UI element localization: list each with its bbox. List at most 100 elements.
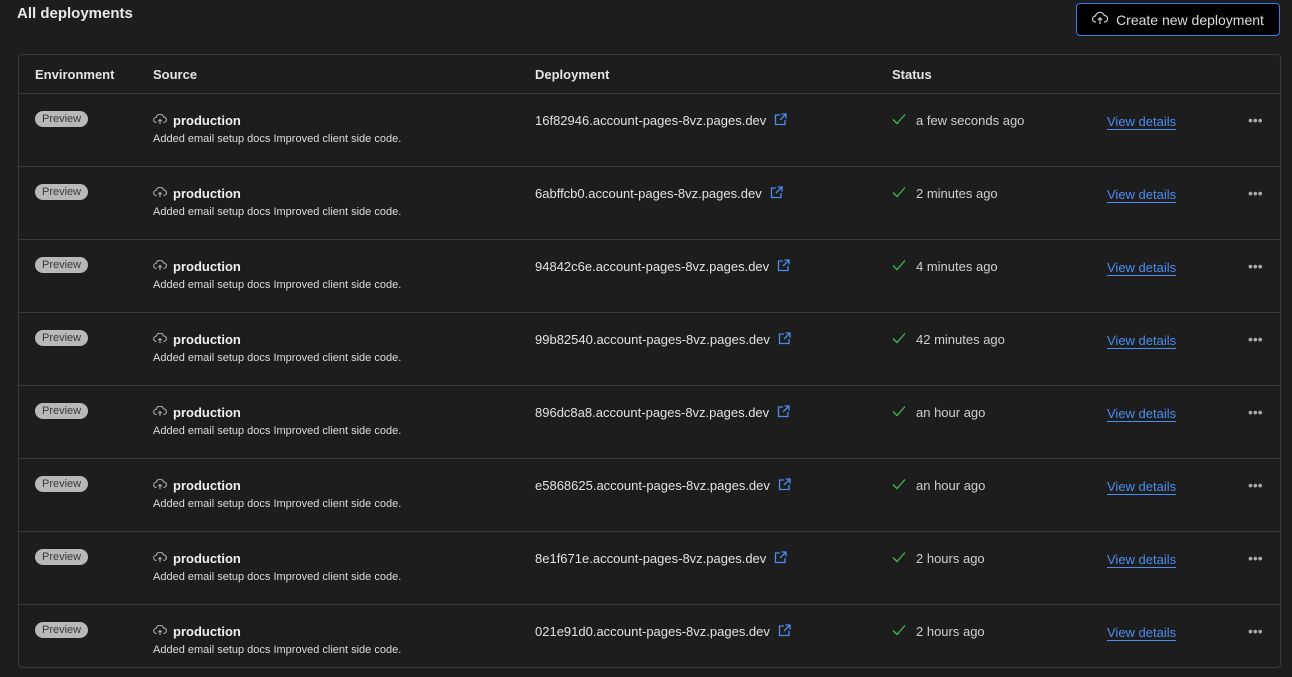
table-row: Preview production Added email setup doc…	[19, 532, 1280, 605]
deployment-url[interactable]: 94842c6e.account-pages-8vz.pages.dev	[535, 259, 769, 274]
create-deployment-button[interactable]: Create new deployment	[1076, 3, 1280, 36]
cloud-upload-icon	[153, 405, 167, 420]
table-row: Preview production Added email setup doc…	[19, 94, 1280, 167]
table-row: Preview production Added email setup doc…	[19, 605, 1280, 677]
branch-name: production	[173, 332, 241, 347]
cloud-upload-icon	[153, 259, 167, 274]
check-icon	[892, 259, 906, 274]
deployment-url[interactable]: 021e91d0.account-pages-8vz.pages.dev	[535, 624, 770, 639]
create-deployment-label: Create new deployment	[1116, 11, 1264, 28]
branch-name: production	[173, 624, 241, 639]
commit-message: Added email setup docs Improved client s…	[153, 352, 402, 364]
source-cell: production Added email setup docs Improv…	[153, 113, 401, 145]
view-details-link[interactable]: View details	[1107, 333, 1177, 349]
table-row: Preview production Added email setup doc…	[19, 240, 1280, 313]
status-time: 4 minutes ago	[916, 259, 998, 274]
environment-badge: Preview	[35, 111, 89, 127]
deployment-cell: 94842c6e.account-pages-8vz.pages.dev	[535, 259, 790, 275]
deployment-cell: 8e1f671e.account-pages-8vz.pages.dev	[535, 551, 787, 567]
more-options-icon[interactable]: •••	[1248, 550, 1263, 566]
status-time: 42 minutes ago	[916, 332, 1005, 347]
table-row: Preview production Added email setup doc…	[19, 386, 1280, 459]
column-source: Source	[153, 67, 198, 82]
check-icon	[892, 624, 906, 639]
status-cell: a few seconds ago	[892, 113, 1024, 128]
environment-badge: Preview	[35, 184, 89, 200]
environment-badge: Preview	[35, 403, 89, 419]
commit-message: Added email setup docs Improved client s…	[153, 644, 402, 656]
cloud-upload-icon	[153, 186, 167, 201]
cloud-upload-icon	[153, 113, 167, 128]
table-row: Preview production Added email setup doc…	[19, 313, 1280, 386]
external-link-icon[interactable]	[777, 259, 790, 275]
status-time: 2 hours ago	[916, 551, 985, 566]
external-link-icon[interactable]	[778, 624, 791, 640]
view-details-link[interactable]: View details	[1107, 114, 1177, 130]
environment-badge: Preview	[35, 549, 89, 565]
branch-name: production	[173, 113, 241, 128]
environment-badge: Preview	[35, 622, 89, 638]
deployment-url[interactable]: 896dc8a8.account-pages-8vz.pages.dev	[535, 405, 769, 420]
external-link-icon[interactable]	[774, 113, 787, 129]
commit-message: Added email setup docs Improved client s…	[153, 498, 402, 510]
commit-message: Added email setup docs Improved client s…	[153, 206, 402, 218]
external-link-icon[interactable]	[778, 332, 791, 348]
cloud-upload-icon	[153, 332, 167, 347]
check-icon	[892, 551, 906, 566]
view-details-link[interactable]: View details	[1107, 479, 1177, 495]
more-options-icon[interactable]: •••	[1248, 477, 1263, 493]
deployment-cell: e5868625.account-pages-8vz.pages.dev	[535, 478, 791, 494]
check-icon	[892, 478, 906, 493]
deployment-url[interactable]: e5868625.account-pages-8vz.pages.dev	[535, 478, 770, 493]
view-details-link[interactable]: View details	[1107, 260, 1177, 276]
status-time: a few seconds ago	[916, 113, 1025, 128]
cloud-upload-icon	[153, 478, 167, 493]
status-cell: 2 minutes ago	[892, 186, 998, 201]
deployment-url[interactable]: 6abffcb0.account-pages-8vz.pages.dev	[535, 186, 762, 201]
environment-badge: Preview	[35, 476, 89, 492]
more-options-icon[interactable]: •••	[1248, 258, 1263, 274]
environment-badge: Preview	[35, 257, 89, 273]
status-cell: 2 hours ago	[892, 551, 985, 566]
deployment-url[interactable]: 99b82540.account-pages-8vz.pages.dev	[535, 332, 770, 347]
source-cell: production Added email setup docs Improv…	[153, 259, 401, 291]
table-body: Preview production Added email setup doc…	[19, 94, 1280, 677]
view-details-link[interactable]: View details	[1107, 406, 1177, 422]
more-options-icon[interactable]: •••	[1248, 112, 1263, 128]
view-details-link[interactable]: View details	[1107, 552, 1177, 568]
deployment-url[interactable]: 8e1f671e.account-pages-8vz.pages.dev	[535, 551, 766, 566]
source-cell: production Added email setup docs Improv…	[153, 405, 401, 437]
status-cell: 42 minutes ago	[892, 332, 1005, 347]
status-cell: an hour ago	[892, 405, 985, 420]
deployment-cell: 021e91d0.account-pages-8vz.pages.dev	[535, 624, 791, 640]
deployment-cell: 16f82946.account-pages-8vz.pages.dev	[535, 113, 787, 129]
branch-name: production	[173, 478, 241, 493]
deployment-cell: 6abffcb0.account-pages-8vz.pages.dev	[535, 186, 783, 202]
status-time: an hour ago	[916, 478, 986, 493]
table-row: Preview production Added email setup doc…	[19, 167, 1280, 240]
check-icon	[892, 186, 906, 201]
external-link-icon[interactable]	[778, 478, 791, 494]
external-link-icon[interactable]	[774, 551, 787, 567]
cloud-upload-icon	[1092, 11, 1109, 28]
column-status: Status	[892, 67, 932, 82]
external-link-icon[interactable]	[770, 186, 783, 202]
view-details-link[interactable]: View details	[1107, 625, 1177, 641]
commit-message: Added email setup docs Improved client s…	[153, 571, 402, 583]
branch-name: production	[173, 186, 241, 201]
status-cell: 2 hours ago	[892, 624, 985, 639]
deployment-cell: 896dc8a8.account-pages-8vz.pages.dev	[535, 405, 790, 421]
source-cell: production Added email setup docs Improv…	[153, 186, 401, 218]
deployment-cell: 99b82540.account-pages-8vz.pages.dev	[535, 332, 791, 348]
deployments-table: Environment Source Deployment Status Pre…	[18, 54, 1281, 668]
table-row: Preview production Added email setup doc…	[19, 459, 1280, 532]
external-link-icon[interactable]	[777, 405, 790, 421]
more-options-icon[interactable]: •••	[1248, 404, 1263, 420]
more-options-icon[interactable]: •••	[1248, 185, 1263, 201]
more-options-icon[interactable]: •••	[1248, 623, 1263, 639]
deployment-url[interactable]: 16f82946.account-pages-8vz.pages.dev	[535, 113, 766, 128]
view-details-link[interactable]: View details	[1107, 187, 1177, 203]
column-deployment: Deployment	[535, 67, 610, 82]
status-cell: 4 minutes ago	[892, 259, 998, 274]
more-options-icon[interactable]: •••	[1248, 331, 1263, 347]
